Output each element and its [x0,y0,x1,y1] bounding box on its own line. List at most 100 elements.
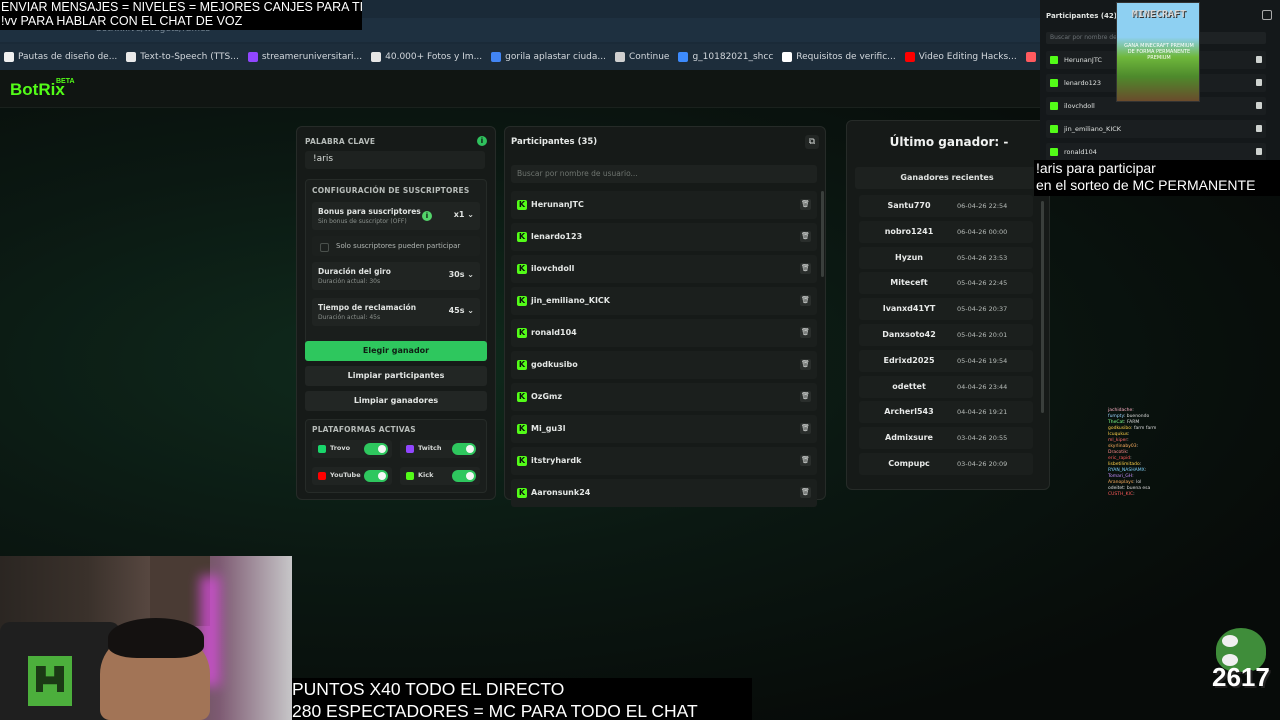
chat-overlay: jachidache: fumpty: buenondo TheCat: FARM g… [1108,408,1198,498]
kick-icon: K [517,296,527,306]
bookmark-item[interactable]: g_10182021_shcc [678,52,773,62]
winners-scrollbar[interactable] [1041,201,1044,413]
mini-participant-name: jin_emiliano_KICK [1064,125,1122,133]
winner-name: Edrixd2025 [883,355,935,365]
chat-username: lisbetilimitado [1108,462,1140,467]
subs-only-checkbox[interactable] [320,243,329,252]
trash-icon[interactable]: 🗑 [800,487,811,498]
raffle-settings-panel: PALABRA CLAVE i !aris CONFIGURACIÓN DE S… [296,126,496,500]
mini-participants-title: Participantes (42) [1046,12,1117,20]
winner-date: 05-04-26 23:53 [957,253,1008,262]
winner-row: Santu770 06-04-26 22:54 [859,195,1033,217]
kick-icon: K [517,264,527,274]
winner-date: 04-04-26 23:44 [957,382,1008,391]
mini-participant-name: lenardo123 [1064,79,1101,87]
kick-icon: K [517,392,527,402]
bookmark-item[interactable]: gorila aplastar ciuda... [491,52,606,62]
chat-text: : [1139,462,1142,467]
trash-icon[interactable]: 🗑 [800,263,811,274]
choose-winner-button[interactable]: Elegir ganador [305,341,487,361]
bookmark-item[interactable]: 40.000+ Fotos y Im... [371,52,482,62]
winner-name: Ivanxd41YT [882,304,936,314]
bookmark-favicon-icon [1025,52,1036,62]
trash-icon[interactable]: 🗑 [800,359,811,370]
participant-row: Kgodkusibo 🗑 [511,351,817,379]
trash-icon[interactable]: 🗑 [800,231,811,242]
bookmark-item[interactable]: Text-to-Speech (TTS... [126,52,239,62]
participant-row: K HerunanJTC 🗑 [511,191,817,219]
bookmark-label: gorila aplastar ciuda... [505,52,606,62]
platform-name: Trovo [330,444,351,452]
beta-badge: BETA [56,78,75,85]
platform-trovo: Trovo [312,440,392,458]
clear-participants-button[interactable]: Limpiar participantes [305,366,487,386]
bookmark-item[interactable]: Continue [614,52,669,62]
participant-search-input[interactable]: Buscar por nombre de usuario... [511,165,817,183]
winner-name: odettet [892,381,926,391]
chat-text: : FARM [1124,420,1140,425]
winner-date: 03-04-26 20:09 [957,460,1008,468]
trash-icon [1256,125,1262,132]
participant-name: Mi_gu3l [531,424,566,433]
chat-username: eric_rapid [1108,456,1131,461]
participant-row: Klenardo123 🗑 [511,223,817,251]
spin-duration-title: Duración del giro [318,267,391,276]
youtube-toggle[interactable] [364,470,388,482]
bookmark-item[interactable]: Pautas de diseño de... [4,52,117,62]
info-icon[interactable]: i [477,136,487,146]
keyword-label: PALABRA CLAVE [305,137,376,146]
bookmark-label: g_10182021_shcc [692,52,774,62]
sub-bonus-select[interactable]: x1 ⌄ [454,210,474,219]
winner-row: Miteceft 05-04-26 22:45 [859,272,1033,295]
twitch-icon [406,445,414,453]
winner-name: Admixsure [885,433,933,443]
winner-row: Danxsoto42 05-04-26 20:01 [859,324,1033,346]
trash-icon[interactable]: 🗑 [800,423,811,434]
winner-date: 06-04-26 22:54 [957,202,1008,210]
chat-text: : [1126,450,1129,455]
mini-participant-name: ronald104 [1064,148,1097,156]
chat-text: : [1133,492,1135,497]
participant-name: ronald104 [531,328,577,337]
platform-name: Kick [418,471,434,479]
trash-icon[interactable]: 🗑 [800,391,811,402]
spin-duration-select[interactable]: 30s ⌄ [449,270,474,279]
subs-only-row[interactable]: Solo suscriptores pueden participar [312,236,480,256]
trash-icon [1256,56,1262,63]
trovo-toggle[interactable] [364,443,388,455]
bookmark-item[interactable]: streameruniversitari... [247,52,362,62]
claim-time-subtitle: Duración actual: 45s [318,314,381,321]
overlay-bottom-line2: 280 ESPECTADORES = MC PARA TODO EL CHAT [292,701,698,720]
winner-name: Archerl543 [884,407,934,417]
chat-text: : [1132,474,1134,479]
trash-icon[interactable]: 🗑 [800,455,811,466]
twitch-toggle[interactable] [452,443,476,455]
bookmark-label: 40.000+ Fotos y Im... [385,52,483,62]
copy-icon[interactable]: ⧉ [805,135,819,149]
keyword-input[interactable]: !aris [305,151,485,169]
overlay-right-line2: en el sorteo de MC PERMANENTE [1036,177,1256,193]
trash-icon[interactable]: 🗑 [800,327,811,338]
bookmark-item[interactable]: Video Editing Hacks... [904,52,1017,62]
participants-title: Participantes (35) [511,137,598,147]
claim-time-select[interactable]: 45s ⌄ [449,306,474,315]
clear-winners-button[interactable]: Limpiar ganadores [305,391,487,411]
bookmark-label: Requisitos de verific... [796,52,896,62]
chat-text: : [1130,456,1132,461]
info-icon[interactable]: i [422,211,432,221]
active-platforms: PLATAFORMAS ACTIVAS Trovo Twitch YouTube… [305,419,487,493]
trash-icon[interactable]: 🗑 [800,199,811,210]
overlay-bottom-text: PUNTOS X40 TODO EL DIRECTO 280 ESPECTADO… [292,678,752,720]
bookmark-label: Video Editing Hacks... [918,52,1017,62]
participant-name: lenardo123 [531,232,583,241]
chat-text: : farm farm [1131,426,1157,431]
participant-scrollbar[interactable] [821,191,824,277]
winner-name: Miteceft [890,278,928,288]
trash-icon[interactable]: 🗑 [800,295,811,306]
botrix-logo[interactable]: BotRix BETA [10,78,75,100]
sub-bonus-row: Bonus para suscriptores Sin bonus de sus… [312,202,480,230]
kick-toggle[interactable] [452,470,476,482]
subs-only-label: Solo suscriptores pueden participar [336,242,461,250]
platform-name: Twitch [418,444,442,452]
bookmark-item[interactable]: Requisitos de verific... [782,52,896,62]
